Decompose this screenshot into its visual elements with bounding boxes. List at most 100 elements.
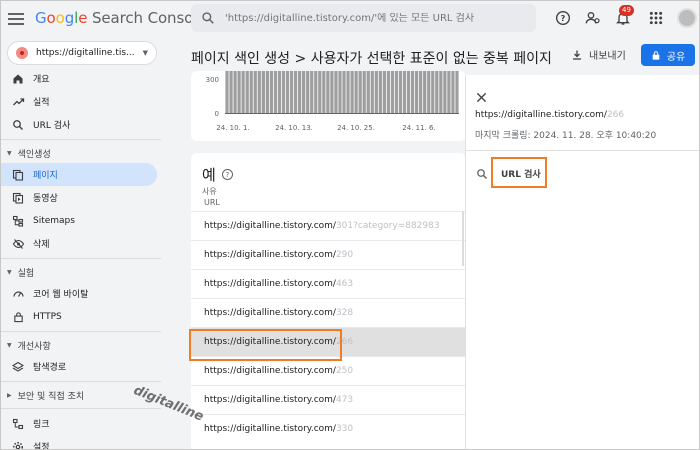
chart-bar[interactable]: [439, 71, 443, 113]
chart-bar[interactable]: [253, 71, 257, 113]
chart-bar[interactable]: [455, 71, 459, 113]
sidebar-item-core-web-vitals[interactable]: 코어 웹 바이탈: [1, 282, 161, 305]
chart-bar[interactable]: [354, 71, 358, 113]
chart-bar[interactable]: [257, 71, 261, 113]
property-selector[interactable]: https://digitalline.tis... ▼: [7, 41, 157, 65]
chart-bar[interactable]: [362, 71, 366, 113]
chart-bar[interactable]: [350, 71, 354, 113]
sidebar-item-overview[interactable]: 개요: [1, 67, 161, 90]
chart-bar[interactable]: [289, 71, 294, 113]
chart-bar[interactable]: [330, 71, 334, 113]
chart-bar[interactable]: [249, 71, 253, 113]
chart-bar[interactable]: [314, 71, 318, 113]
chart-bar[interactable]: [443, 71, 447, 113]
chart-bar[interactable]: [237, 71, 241, 113]
chart-bar[interactable]: [406, 71, 411, 113]
chart-bar[interactable]: [302, 71, 306, 113]
chart-bar[interactable]: [378, 71, 382, 113]
chart-bar[interactable]: [269, 71, 274, 113]
sidebar-section-enhancements[interactable]: ▼ 개선사항: [1, 335, 161, 355]
chart-bar[interactable]: [382, 71, 386, 113]
chart-bar[interactable]: [346, 71, 350, 113]
chart-bar[interactable]: [394, 71, 399, 113]
manage-users-icon[interactable]: [584, 9, 602, 27]
sidebar-item-performance[interactable]: 실적: [1, 90, 161, 113]
chart-bar[interactable]: [261, 71, 265, 113]
chart-bar[interactable]: [435, 71, 439, 113]
layers-icon: [11, 360, 25, 374]
chart-bar[interactable]: [423, 71, 427, 113]
chart-bar[interactable]: [306, 71, 310, 113]
chart-bar[interactable]: [298, 71, 302, 113]
chart-bar[interactable]: [342, 71, 346, 113]
chart-bar[interactable]: [370, 71, 374, 113]
apps-grid-icon[interactable]: [647, 9, 665, 27]
sidebar-section-indexing[interactable]: ▼ 색인생성: [1, 143, 161, 163]
search-icon: [477, 168, 487, 179]
chart-bar[interactable]: [293, 71, 298, 113]
chart-bar[interactable]: [427, 71, 431, 113]
chart-bar[interactable]: [322, 71, 326, 113]
sidebar-item-removals[interactable]: 삭제: [1, 232, 161, 255]
share-button[interactable]: 공유: [641, 44, 695, 66]
chart-bar[interactable]: [273, 71, 278, 113]
sidebar-item-links[interactable]: 링크: [1, 412, 161, 435]
sidebar-item-breadcrumbs[interactable]: 탐색경로: [1, 355, 161, 378]
table-row[interactable]: https://digitalline.tistory.com/330: [191, 414, 466, 443]
chart-bar[interactable]: [233, 71, 237, 113]
chart-bar[interactable]: [374, 71, 378, 113]
account-avatar[interactable]: [677, 8, 697, 28]
chart-bar[interactable]: [415, 71, 419, 113]
chart-bar[interactable]: [366, 71, 370, 113]
sidebar-item-sitemaps[interactable]: Sitemaps: [1, 209, 161, 232]
chart-bar[interactable]: [447, 71, 451, 113]
sidebar-item-video-pages[interactable]: 동영상: [1, 186, 161, 209]
chart-bar[interactable]: [241, 71, 245, 113]
chart-bar[interactable]: [326, 71, 330, 113]
search-input[interactable]: [225, 12, 525, 24]
chart-bar[interactable]: [318, 71, 322, 113]
collapse-triangle-icon: ▼: [7, 341, 12, 349]
table-row[interactable]: https://digitalline.tistory.com/473: [191, 385, 466, 414]
chart-bar[interactable]: [386, 71, 391, 113]
help-icon[interactable]: ?: [554, 9, 572, 27]
chart-bar[interactable]: [310, 71, 314, 113]
chart-bar[interactable]: [410, 71, 415, 113]
chart-bar[interactable]: [451, 71, 455, 113]
chart-bar[interactable]: [265, 71, 269, 113]
chart-bar[interactable]: [285, 71, 290, 113]
sidebar-item-pages[interactable]: 페이지: [1, 163, 157, 186]
sidebar-divider: [1, 139, 161, 140]
export-button[interactable]: 내보내기: [571, 47, 626, 62]
chart-bar[interactable]: [281, 71, 286, 113]
chart-bar[interactable]: [402, 71, 407, 113]
table-row[interactable]: https://digitalline.tistory.com/328: [191, 298, 466, 327]
chart-bar[interactable]: [229, 71, 233, 113]
menu-icon[interactable]: [8, 10, 24, 26]
chart-bar[interactable]: [334, 71, 338, 113]
search-console-logo[interactable]: Google Search Console: [35, 9, 207, 27]
sidebar-section-experience[interactable]: ▼ 실험: [1, 262, 161, 282]
sidebar-item-settings[interactable]: 설정: [1, 435, 161, 450]
section-label: 색인생성: [17, 149, 51, 160]
sidebar-item-https[interactable]: HTTPS: [1, 305, 161, 328]
chart-bar[interactable]: [390, 71, 395, 113]
chart-bar[interactable]: [245, 71, 249, 113]
help-circle-icon[interactable]: ?: [221, 169, 233, 180]
chart-bar[interactable]: [358, 71, 362, 113]
sidebar-item-label: 설정: [33, 443, 50, 450]
table-row[interactable]: https://digitalline.tistory.com/463: [191, 269, 466, 298]
table-row[interactable]: https://digitalline.tistory.com/290: [191, 240, 466, 269]
chart-bar[interactable]: [277, 71, 282, 113]
url-inspect-search-bar[interactable]: [191, 4, 536, 32]
chart-bar[interactable]: [419, 71, 423, 113]
chart-bar[interactable]: [338, 71, 342, 113]
chart-bar[interactable]: [225, 71, 229, 113]
column-header-url[interactable]: URL: [204, 198, 220, 207]
chart-bar[interactable]: [431, 71, 435, 113]
close-icon[interactable]: [476, 88, 487, 107]
sidebar-item-url-inspection[interactable]: URL 검사: [1, 113, 161, 136]
table-row[interactable]: https://digitalline.tistory.com/301?cate…: [191, 211, 466, 240]
table-scrollbar[interactable]: [462, 211, 464, 266]
chart-bar[interactable]: [398, 71, 403, 113]
